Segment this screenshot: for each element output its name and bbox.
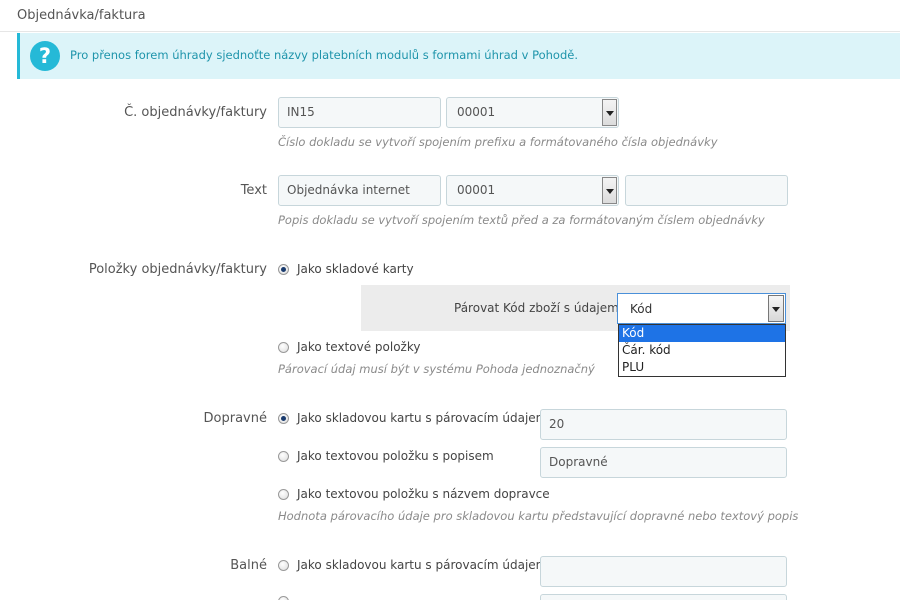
order-number-format-value: 00001 [457,105,496,119]
chevron-down-icon[interactable] [602,177,617,204]
shipping-stock-radio[interactable] [278,413,289,424]
section-title: Objednávka/faktura [17,8,146,23]
text-before-input[interactable]: Objednávka internet [278,175,441,206]
shipping-text-desc-input[interactable]: Dopravné [540,447,787,478]
shipping-help: Hodnota párovacího údaje pro skladovou k… [278,509,799,523]
shipping-label: Dopravné [203,411,267,426]
match-field-options: Kód Čár. kód PLU [618,324,786,377]
info-alert: ? Pro přenos forem úhrady sjednoťte názv… [17,33,900,79]
shipping-stock-option[interactable]: Jako skladovou kartu s párovacím údajem [297,411,547,425]
order-prefix-input[interactable]: IN15 [278,97,441,128]
packing-stock-radio[interactable] [278,560,289,571]
text-format-select[interactable]: 00001 [446,175,619,206]
shipping-text-carrier-radio[interactable] [278,489,289,500]
match-option-kod[interactable]: Kód [619,325,785,342]
match-label: Párovat Kód zboží s údajem [454,301,619,315]
order-number-format-select[interactable]: 00001 [446,97,619,128]
shipping-stock-input[interactable]: 20 [540,409,787,440]
shipping-text-carrier-option[interactable]: Jako textovou položku s názvem dopravce [297,487,550,501]
order-items-stock-option[interactable]: Jako skladové karty [297,262,414,276]
order-items-help: Párovací údaj musí být v systému Pohoda … [278,362,595,376]
text-format-value: 00001 [457,183,496,197]
text-help: Popis dokladu se vytvoří spojením textů … [278,213,765,227]
packing-next-input[interactable] [540,594,787,600]
match-option-plu[interactable]: PLU [619,359,785,376]
chevron-down-icon[interactable] [768,295,784,322]
packing-stock-option[interactable]: Jako skladovou kartu s párovacím údajem [297,558,547,572]
chevron-down-icon[interactable] [602,99,617,126]
text-label: Text [240,183,267,198]
order-items-text-option[interactable]: Jako textové položky [297,340,420,354]
match-option-car-kod[interactable]: Čár. kód [619,342,785,359]
match-field-select[interactable]: Kód [617,293,786,324]
order-items-text-radio[interactable] [278,342,289,353]
packing-stock-input[interactable] [540,556,787,587]
order-number-label: Č. objednávky/faktury [124,105,267,120]
order-items-label: Položky objednávky/faktury [88,262,267,277]
section-divider [0,31,900,32]
shipping-text-desc-radio[interactable] [278,451,289,462]
info-alert-text: Pro přenos forem úhrady sjednoťte názvy … [70,48,578,62]
question-icon: ? [30,41,60,71]
order-number-help: Číslo dokladu se vytvoří spojením prefix… [278,135,718,149]
text-after-input[interactable] [625,175,788,206]
match-field-value: Kód [630,302,653,316]
order-items-stock-radio[interactable] [278,264,289,275]
packing-next-radio[interactable] [278,596,289,600]
packing-label: Balné [230,558,267,573]
shipping-text-desc-option[interactable]: Jako textovou položku s popisem [297,449,494,463]
